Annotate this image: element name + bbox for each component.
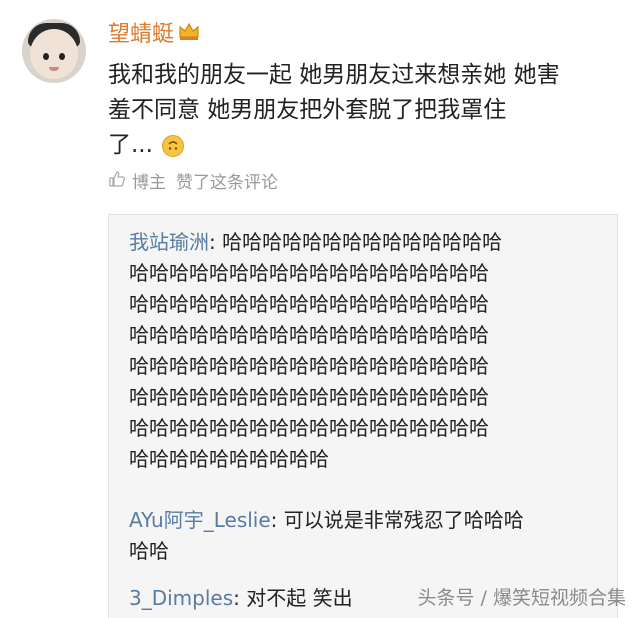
reply-line: 哈哈哈哈哈哈哈哈哈哈哈哈哈哈哈哈哈哈 [129, 354, 489, 378]
avatar-eye [59, 53, 65, 60]
upside-down-face-icon [162, 134, 185, 157]
comment-text: 我和我的朋友一起 她男朋友过来想亲她 她害 羞不同意 她男朋友把外套脱了把我罩住… [108, 58, 608, 163]
comment-line: 我和我的朋友一起 她男朋友过来想亲她 她害 [108, 62, 560, 88]
reply-username[interactable]: 我站瑜洲 [129, 230, 209, 254]
reply-line: 哈哈哈哈哈哈哈哈哈哈哈哈哈哈哈哈哈哈 [129, 292, 489, 316]
reply-line: 哈哈 [129, 539, 169, 563]
like-info: 博主 赞了这条评论 [108, 170, 278, 196]
reply-username[interactable]: 3_Dimples [129, 586, 233, 610]
like-author[interactable]: 博主 [132, 173, 166, 193]
reply-username[interactable]: AYu阿宇_Leslie [129, 508, 271, 532]
reply-line: 我站瑜洲: 哈哈哈哈哈哈哈哈哈哈哈哈哈哈 [129, 230, 503, 254]
reply-box: 我站瑜洲: 哈哈哈哈哈哈哈哈哈哈哈哈哈哈 哈哈哈哈哈哈哈哈哈哈哈哈哈哈哈哈哈哈 … [108, 214, 618, 618]
reply-line: 哈哈哈哈哈哈哈哈哈哈哈哈哈哈哈哈哈哈 [129, 261, 489, 285]
username-row: 望蜻蜓 [108, 20, 200, 50]
reply-line: 哈哈哈哈哈哈哈哈哈哈哈哈哈哈哈哈哈哈 [129, 385, 489, 409]
watermark: 头条号 / 爆笑短视频合集 [417, 587, 626, 609]
reply-line: 哈哈哈哈哈哈哈哈哈哈 [129, 447, 329, 471]
reply: AYu阿宇_Leslie: 可以说是非常残忍了哈哈哈 哈哈 [129, 505, 609, 567]
reply-line: 哈哈哈哈哈哈哈哈哈哈哈哈哈哈哈哈哈哈 [129, 323, 489, 347]
reply-line: AYu阿宇_Leslie: 可以说是非常残忍了哈哈哈 [129, 508, 524, 532]
reply-line: 哈哈哈哈哈哈哈哈哈哈哈哈哈哈哈哈哈哈 [129, 416, 489, 440]
username[interactable]: 望蜻蜓 [108, 22, 174, 47]
avatar-face [30, 29, 78, 79]
avatar[interactable] [22, 19, 86, 83]
comment-line: 了... [108, 128, 608, 163]
thumbs-up-icon[interactable] [108, 170, 126, 196]
like-text: 赞了这条评论 [176, 173, 278, 193]
avatar-eye [43, 53, 49, 60]
comment-line: 羞不同意 她男朋友把外套脱了把我罩住 [108, 97, 507, 123]
crown-icon [178, 20, 200, 50]
reply: 我站瑜洲: 哈哈哈哈哈哈哈哈哈哈哈哈哈哈 哈哈哈哈哈哈哈哈哈哈哈哈哈哈哈哈哈哈 … [129, 227, 609, 475]
